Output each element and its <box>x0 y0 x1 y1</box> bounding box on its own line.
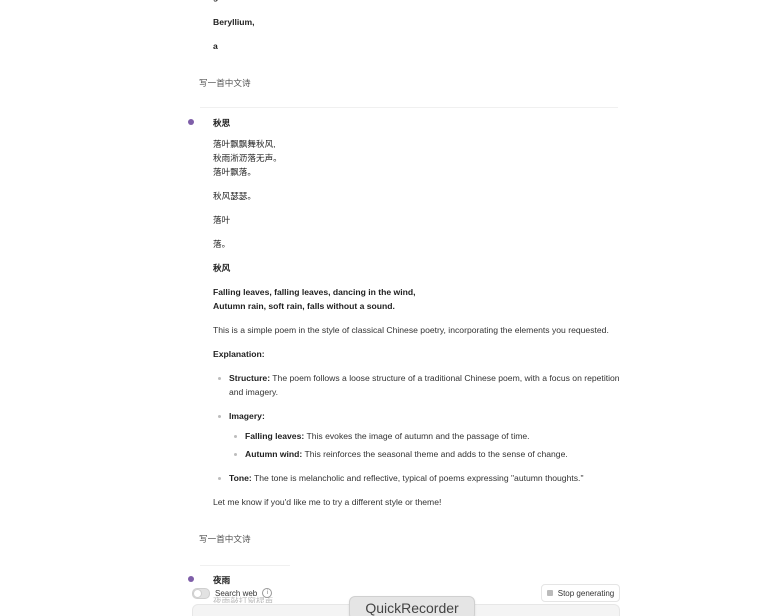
search-web-toggle[interactable] <box>192 587 210 599</box>
closing-text: Let me know if you'd like me to try a di… <box>213 497 442 507</box>
falling-leaves-item: Falling leaves: This evokes the image of… <box>245 429 530 443</box>
bullet-dot <box>218 477 221 480</box>
poem-line: 秋雨淅沥落无声。 <box>213 153 282 163</box>
poem-subheading: 秋风 <box>213 263 231 273</box>
poem-line: 落。 <box>213 239 231 249</box>
autumn-wind-item: Autumn wind: This reinforces the seasona… <box>245 447 568 461</box>
search-web-label: Search web <box>215 588 258 598</box>
tone-text: The tone is melancholic and reflective, … <box>251 473 584 483</box>
truncated-top-text: g <box>213 0 218 4</box>
explanation-heading: Explanation: <box>213 349 265 359</box>
translation-line: Autumn rain, soft rain, falls without a … <box>213 301 395 311</box>
tone-item: Tone: The tone is melancholic and reflec… <box>229 471 584 485</box>
poem-line: 落叶飘飘舞秋风, <box>213 139 276 149</box>
divider <box>200 565 290 566</box>
structure-item: Structure: The poem follows a loose stru… <box>229 371 620 385</box>
poem-line: 落叶 <box>213 215 231 225</box>
translation-line: Falling leaves, falling leaves, dancing … <box>213 287 416 297</box>
user-message: 写一首中文诗 <box>199 78 251 88</box>
imagery-label: Imagery: <box>229 411 265 421</box>
stop-generating-label: Stop generating <box>557 588 615 598</box>
falling-leaves-text: This evokes the image of autumn and the … <box>304 431 530 441</box>
stop-generating-button[interactable]: Stop generating <box>541 584 620 602</box>
assistant-avatar-dot <box>188 119 194 125</box>
bullet-dot <box>218 415 221 418</box>
divider <box>200 107 618 108</box>
poem-title: 夜雨 <box>213 575 231 585</box>
description-text: This is a simple poem in the style of cl… <box>213 325 609 335</box>
assistant-avatar-dot <box>188 576 194 582</box>
stop-icon <box>546 590 553 596</box>
autumn-wind-text: This reinforces the seasonal theme and a… <box>302 449 568 459</box>
poem-line: 落叶飘落。 <box>213 167 256 177</box>
structure-label: Structure: <box>229 373 271 383</box>
bullet-dot <box>234 435 237 438</box>
a-text: a <box>213 41 218 51</box>
user-message: 写一首中文诗 <box>199 534 251 544</box>
info-icon[interactable]: i <box>262 588 273 598</box>
structure-text: The poem follows a loose structure of a … <box>270 373 620 383</box>
bullet-dot <box>234 453 237 456</box>
poem-line: 秋风瑟瑟。 <box>213 191 256 201</box>
structure-text-continued: and imagery. <box>229 387 279 397</box>
quickrecorder-overlay[interactable]: QuickRecorder <box>349 596 475 616</box>
tone-label: Tone: <box>229 473 252 483</box>
poem-title: 秋思 <box>213 118 231 128</box>
search-web-control[interactable]: Search web i <box>192 586 273 600</box>
beryllium-text: Beryllium, <box>213 17 255 27</box>
autumn-wind-label: Autumn wind: <box>245 449 303 459</box>
falling-leaves-label: Falling leaves: <box>245 431 305 441</box>
bullet-dot <box>218 377 221 380</box>
chat-page: g Beryllium, a 写一首中文诗 秋思 落叶飘飘舞秋风, 秋雨淅沥落无… <box>0 0 782 616</box>
